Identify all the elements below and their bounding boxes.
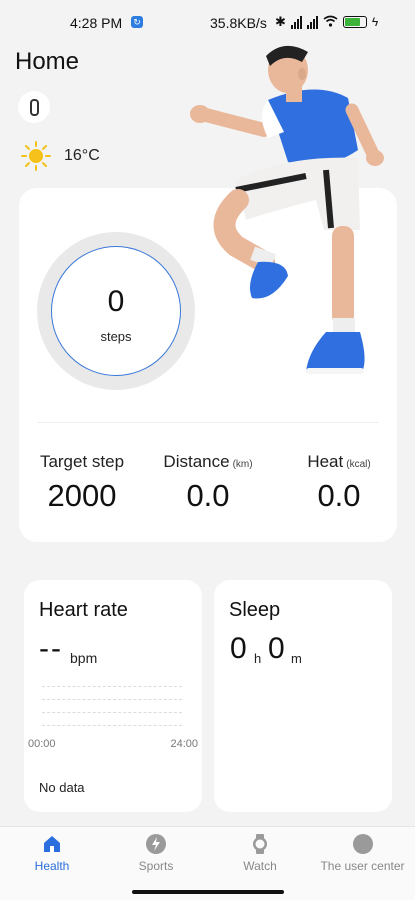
band-icon [29, 98, 39, 116]
steps-ring-inner: 0 steps [51, 246, 181, 376]
target-step-stat: Target step 2000 [29, 452, 135, 514]
tab-user-center[interactable]: The user center [310, 833, 415, 873]
axis-end-label: 24:00 [170, 738, 198, 750]
status-time: 4:28 PM [70, 15, 123, 31]
wifi-icon [323, 15, 338, 30]
weather-temperature: 16°C [64, 147, 100, 164]
distance-stat: Distance (km) 0.0 [151, 452, 265, 514]
sleep-hours-unit: h [254, 651, 262, 666]
watch-icon [253, 834, 267, 854]
sleep-hours: 0 [230, 632, 247, 665]
page-title: Home [15, 48, 80, 75]
status-icons: ✱ ϟ [275, 14, 378, 30]
sleep-minutes-unit: m [291, 651, 302, 666]
signal-icon [290, 15, 302, 29]
distance-unit: (km) [232, 459, 253, 470]
target-step-value: 2000 [47, 478, 117, 513]
tab-sports[interactable]: Sports [104, 833, 208, 873]
charging-icon: ϟ [371, 15, 379, 29]
target-step-label: Target step [39, 452, 125, 471]
sleep-minutes: 0 [268, 632, 285, 665]
sleep-card[interactable]: Sleep 0 h 0 m [214, 580, 392, 812]
sync-icon: ↻ [131, 16, 143, 28]
heat-value: 0.0 [317, 478, 361, 513]
weather: 16°C [20, 140, 100, 172]
tab-health-label: Health [34, 859, 70, 873]
network-speed: 35.8KB/s [210, 15, 267, 31]
distance-value: 0.0 [186, 478, 230, 513]
bluetooth-icon: ✱ [275, 14, 286, 29]
signal-icon-2 [306, 15, 318, 29]
tab-watch[interactable]: Watch [208, 833, 312, 873]
axis-start-label: 00:00 [28, 738, 56, 750]
screen: 4:28 PM ↻ 35.8KB/s ✱ ϟ Home 16°C 0 steps… [0, 0, 415, 900]
tab-health[interactable]: Health [0, 833, 104, 873]
heat-label: Heat (kcal) [289, 452, 389, 472]
distance-label: Distance (km) [151, 452, 265, 472]
battery-icon [342, 16, 367, 28]
heat-unit: (kcal) [346, 459, 371, 470]
steps-ring: 0 steps [37, 232, 195, 390]
tab-user-center-label: The user center [320, 859, 405, 873]
heart-rate-grid [42, 686, 182, 738]
no-data-label: No data [39, 780, 85, 795]
heart-rate-value: -- [39, 632, 63, 665]
steps-value: 0 [107, 285, 125, 318]
sleep-title: Sleep [229, 599, 281, 621]
heart-rate-title: Heart rate [39, 599, 128, 621]
steps-unit: steps [100, 329, 132, 344]
tab-watch-label: Watch [243, 859, 277, 873]
divider [37, 422, 379, 423]
sports-icon [146, 834, 166, 854]
home-icon [44, 836, 60, 852]
heat-label-text: Heat [307, 452, 344, 471]
home-indicator [132, 890, 284, 894]
runner-illustration [190, 45, 384, 374]
tab-bar: Health Sports Watch The user center [0, 826, 415, 900]
tab-sports-label: Sports [138, 859, 174, 873]
heat-stat: Heat (kcal) 0.0 [289, 452, 389, 514]
heart-rate-card[interactable]: Heart rate -- bpm 00:00 24:00 No data [24, 580, 202, 812]
device-button[interactable] [18, 91, 50, 123]
user-center-icon [352, 834, 373, 854]
heart-rate-unit: bpm [70, 650, 98, 666]
distance-label-text: Distance [163, 452, 230, 471]
sun-icon [20, 140, 52, 172]
